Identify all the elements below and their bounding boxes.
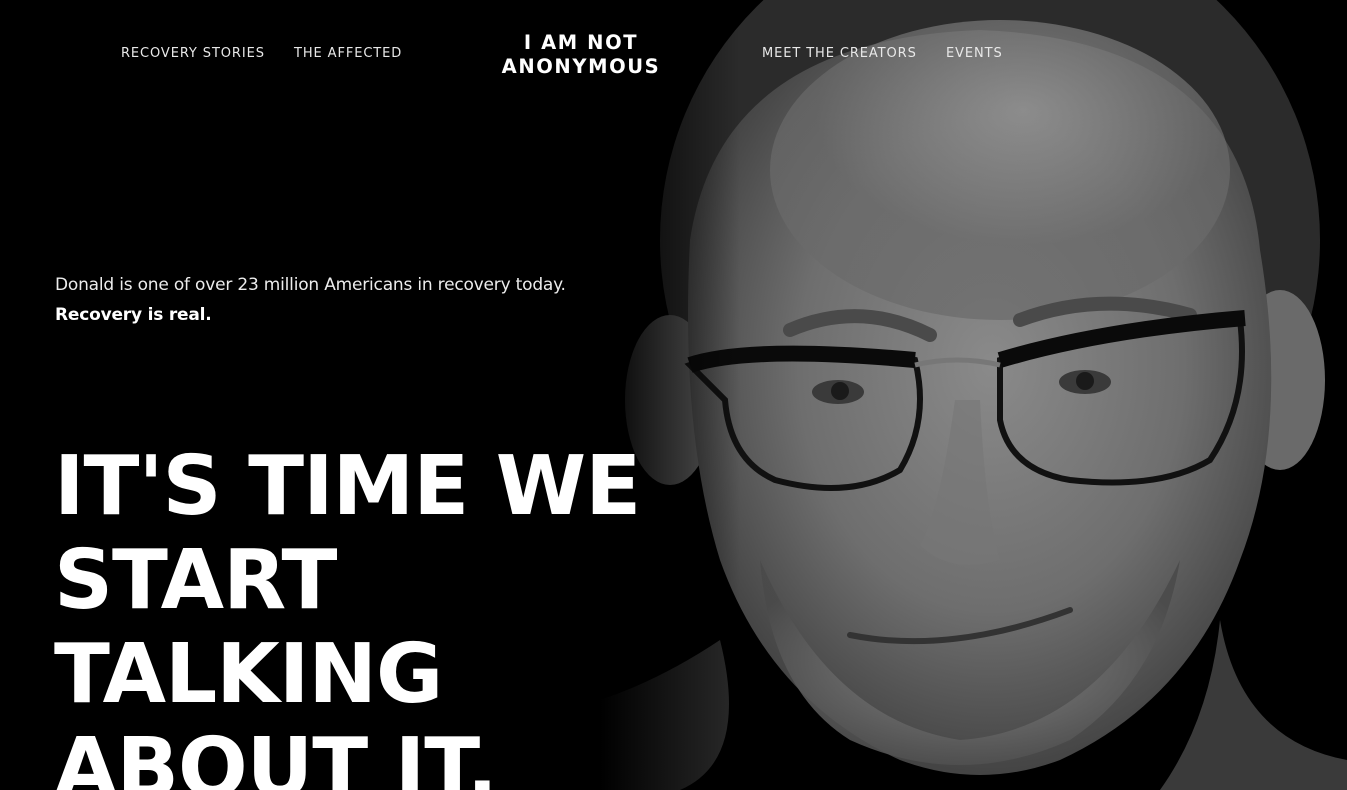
- logo-line-1: I AM NOT: [523, 31, 639, 54]
- nav-link-events[interactable]: EVENTS: [946, 46, 1003, 61]
- headline-line-4: ABOUT IT.: [54, 721, 498, 790]
- logo-line-2: ANONYMOUS: [501, 55, 661, 78]
- headline-line-2: START: [54, 533, 337, 628]
- nav-link-the-affected[interactable]: THE AFFECTED: [294, 46, 402, 61]
- site-logo[interactable]: I AM NOT ANONYMOUS: [480, 31, 682, 79]
- headline-line-1: IT'S TIME WE: [54, 439, 641, 534]
- hero-intro-text: Donald is one of over 23 million America…: [55, 270, 575, 330]
- hero-page: RECOVERY STORIES THE AFFECTED I AM NOT A…: [0, 0, 1347, 790]
- hero-intro-sentence: Donald is one of over 23 million America…: [55, 275, 566, 295]
- nav-link-meet-the-creators[interactable]: MEET THE CREATORS: [762, 46, 917, 61]
- nav-link-recovery-stories[interactable]: RECOVERY STORIES: [121, 46, 265, 61]
- hero-portrait-image: [600, 0, 1347, 790]
- hero-headline: IT'S TIME WE START TALKING ABOUT IT.: [54, 439, 641, 790]
- hero-intro-bold: Recovery is real.: [55, 305, 212, 325]
- headline-line-3: TALKING: [54, 627, 443, 722]
